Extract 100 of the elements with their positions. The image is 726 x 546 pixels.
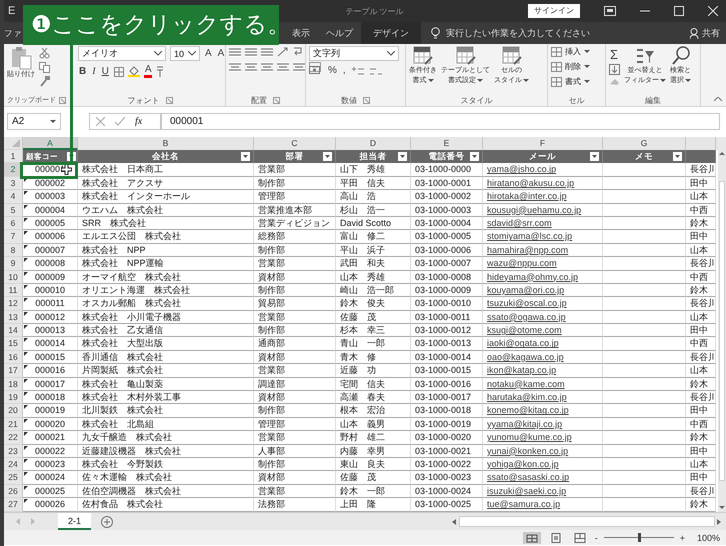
sheet-tab[interactable]: 2-1 [58, 513, 92, 530]
brush-icon[interactable] [39, 76, 50, 87]
launcher-icon[interactable] [273, 96, 280, 104]
sign-in-button[interactable]: サインイン [528, 4, 580, 18]
row-header[interactable]: 1 [4, 150, 23, 164]
font-color-button[interactable]: A [144, 65, 152, 78]
underline-button[interactable]: U [100, 66, 110, 78]
scroll-right-icon[interactable] [717, 518, 722, 524]
row-header[interactable]: 14 [4, 324, 23, 338]
row-header[interactable]: 13 [4, 310, 23, 324]
filter-dropdown-icon[interactable] [590, 152, 599, 161]
ribbon-display-icon[interactable] [604, 6, 616, 16]
row-header[interactable]: 3 [4, 176, 23, 190]
cancel-icon[interactable] [96, 117, 105, 126]
cells-button[interactable]: 書式 [551, 76, 590, 87]
cells-button[interactable]: 削除 [551, 61, 590, 72]
row-header[interactable]: 6 [4, 216, 23, 230]
autosum-button[interactable]: Σ [609, 48, 620, 61]
zoom-in-button[interactable]: + [680, 532, 685, 542]
row-header[interactable]: 12 [4, 297, 23, 311]
email-link[interactable]: tue@samura.co.jp [487, 499, 560, 510]
scroll-left-icon[interactable] [452, 518, 457, 524]
name-box[interactable]: A2 [7, 113, 61, 130]
align-icon[interactable] [245, 47, 257, 57]
email-link[interactable]: harutaka@kim.co.jp [487, 392, 567, 402]
ribbon-tab[interactable]: ヘルプ [318, 22, 361, 44]
decimal-icon[interactable] [350, 66, 365, 76]
email-link[interactable]: kouyama@ori.co.jp [487, 284, 564, 295]
email-link[interactable]: ssato@ogawa.co.jp [487, 312, 566, 322]
email-link[interactable]: ssato@sasaski.co.jp [487, 472, 570, 482]
align-icon[interactable] [261, 62, 273, 72]
cells-button[interactable]: 挿入 [551, 46, 590, 57]
zoom-level[interactable]: 100% [696, 532, 720, 542]
filter-dropdown-icon[interactable] [398, 152, 407, 161]
launcher-icon[interactable] [363, 96, 370, 104]
row-header[interactable]: 7 [4, 230, 23, 244]
align-icon[interactable] [261, 47, 273, 57]
percent-button[interactable]: % [327, 65, 338, 77]
scroll-up-icon[interactable] [719, 151, 725, 156]
scroll-down-icon[interactable] [719, 505, 725, 510]
email-link[interactable]: yohiga@kon.co.jp [487, 458, 559, 469]
row-header[interactable]: 23 [4, 444, 23, 458]
email-link[interactable]: kousugi@uehamu.co.jp [487, 204, 582, 215]
zoom-slider-thumb[interactable] [638, 533, 641, 542]
number-format-dropdown[interactable]: 文字列 [309, 46, 399, 61]
formula-input[interactable]: 000001 [161, 113, 720, 130]
email-link[interactable]: yunomu@kume.co.jp [487, 432, 572, 442]
row-header[interactable]: 17 [4, 364, 23, 378]
row-header[interactable]: 24 [4, 458, 23, 472]
row-header[interactable]: 21 [4, 418, 23, 432]
share-button[interactable]: 共有 [690, 26, 720, 40]
align-icon[interactable] [229, 62, 241, 72]
row-header[interactable]: 15 [4, 337, 23, 351]
add-sheet-icon[interactable] [101, 516, 114, 528]
row-header[interactable]: 27 [4, 498, 23, 512]
email-link[interactable]: ikon@katap.co.jp [487, 365, 556, 376]
email-link[interactable]: isuzuki@saeki.co.jp [487, 486, 566, 496]
font-size-dropdown[interactable]: 10 [170, 46, 200, 61]
bucket-icon[interactable] [128, 66, 140, 77]
filter-dropdown-icon[interactable] [673, 152, 682, 161]
email-link[interactable]: notaku@kame.com [487, 378, 565, 389]
check-icon[interactable] [115, 117, 125, 126]
italic-button[interactable]: I [91, 66, 97, 78]
comma-button[interactable]: , [342, 65, 347, 77]
email-link[interactable]: oao@kagawa.co.jp [487, 352, 564, 362]
row-header[interactable]: 8 [4, 244, 23, 258]
row-header[interactable]: 26 [4, 484, 23, 498]
currency-icon[interactable] [309, 66, 323, 76]
email-link[interactable]: yama@jsho.co.jp [487, 164, 556, 174]
zoom-out-button[interactable]: - [594, 532, 598, 542]
decimal-icon[interactable] [368, 66, 383, 76]
email-link[interactable]: hamahira@npp.com [487, 244, 568, 255]
bold-button[interactable]: B [78, 66, 88, 78]
collapse-icon[interactable] [714, 97, 722, 102]
normal-view-icon[interactable] [522, 532, 541, 544]
email-link[interactable]: hirotaka@inter.co.jp [487, 191, 567, 202]
vertical-scrollbar[interactable] [718, 137, 726, 512]
email-link[interactable]: tsuzuki@oscal.co.jp [487, 298, 567, 308]
minimize-icon[interactable] [640, 10, 650, 12]
email-link[interactable]: konemo@kitag.co.jp [487, 405, 569, 416]
ribbon-tab[interactable]: デザイン [361, 22, 421, 44]
email-link[interactable]: yunai@konken.co.jp [487, 446, 568, 456]
email-link[interactable]: iaoki@ogata.co.jp [487, 338, 559, 348]
row-header[interactable]: 16 [4, 350, 23, 364]
align-icon[interactable] [293, 62, 305, 72]
row-header[interactable]: 9 [4, 257, 23, 271]
font-name-dropdown[interactable]: メイリオ [78, 46, 166, 61]
tell-me-field[interactable]: 実行したい作業を入力してください [446, 26, 590, 40]
merge-icon[interactable] [309, 62, 321, 72]
row-header[interactable]: 11 [4, 284, 23, 298]
row-header[interactable]: 19 [4, 391, 23, 404]
close-icon[interactable] [708, 6, 718, 16]
border-icon[interactable] [114, 66, 124, 76]
launcher-icon[interactable] [59, 96, 66, 104]
row-header[interactable]: 22 [4, 431, 23, 445]
email-link[interactable]: wazu@nppu.com [487, 258, 557, 268]
filter-dropdown-icon[interactable] [470, 152, 479, 161]
email-link[interactable]: stomiyama@lsc.co.jp [487, 231, 572, 242]
wrap-icon[interactable] [293, 46, 303, 58]
shrink-font-button[interactable]: A [216, 48, 226, 60]
